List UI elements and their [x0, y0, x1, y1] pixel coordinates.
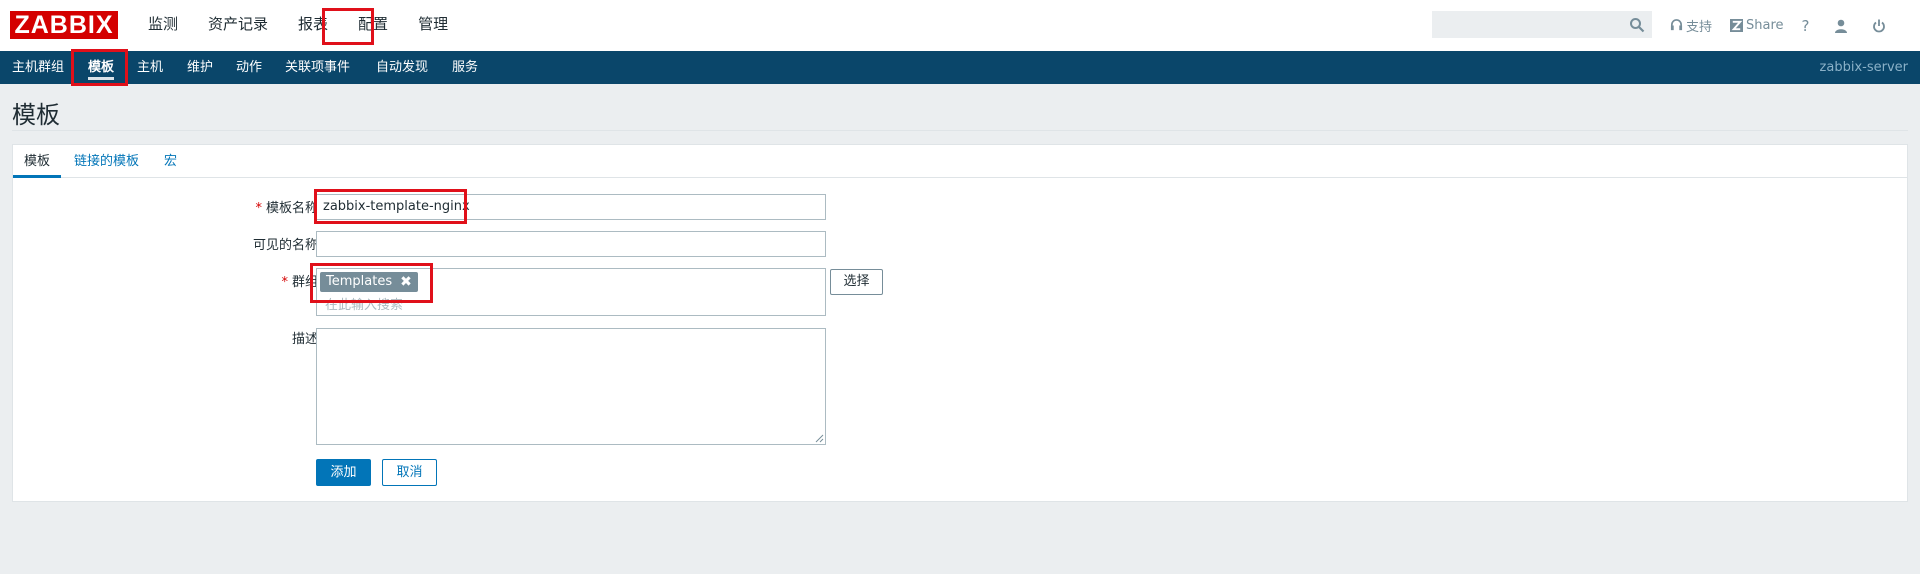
- highlight-box-group: [310, 263, 433, 303]
- subnav-discovery[interactable]: 自动发现: [376, 51, 428, 84]
- page-title: 模板: [12, 101, 60, 129]
- required-marker: *: [255, 201, 262, 216]
- description-label: 描述: [291, 332, 318, 347]
- share-icon: [1730, 19, 1744, 32]
- groups-label: * 群组: [78, 271, 318, 290]
- share-label: Share: [1746, 18, 1784, 33]
- server-name: zabbix-server: [1819, 60, 1908, 75]
- share-link[interactable]: Share: [1730, 18, 1784, 33]
- power-icon: [1872, 19, 1885, 32]
- user-icon: [1834, 19, 1847, 33]
- zabbix-logo[interactable]: ZABBIX: [10, 11, 118, 39]
- highlight-box-menu: [322, 8, 374, 45]
- header-tools: 支持 Share ?: [1670, 0, 1910, 51]
- visible-name-label: 可见的名称: [252, 238, 318, 253]
- tab-linked-templates[interactable]: 链接的模板: [74, 145, 139, 178]
- global-search-input[interactable]: [1432, 11, 1652, 38]
- subnav-event-correlation[interactable]: 关联项事件: [285, 51, 350, 84]
- subnav-hosts[interactable]: 主机: [137, 51, 163, 84]
- menu-administration[interactable]: 管理: [410, 0, 456, 51]
- subnav-actions[interactable]: 动作: [236, 51, 262, 84]
- subnav-maintenance[interactable]: 维护: [187, 51, 213, 84]
- add-button[interactable]: 添加: [316, 459, 371, 486]
- required-marker: *: [281, 275, 288, 290]
- subnav-host-groups[interactable]: 主机群组: [12, 51, 64, 84]
- form-tabs: 模板 链接的模板 宏: [13, 145, 1907, 178]
- headset-icon: [1670, 19, 1683, 31]
- search-icon[interactable]: [1629, 17, 1645, 33]
- user-profile-button[interactable]: [1834, 19, 1848, 33]
- tab-template[interactable]: 模板: [13, 145, 62, 178]
- template-name-label: * 模板名称: [78, 197, 318, 216]
- sub-navigation: 主机群组 模板 主机 维护 动作 关联项事件 自动发现 服务 zabbix-se…: [0, 51, 1920, 84]
- support-link[interactable]: 支持: [1670, 16, 1712, 35]
- resize-handle-icon[interactable]: [814, 433, 824, 443]
- menu-monitoring[interactable]: 监测: [140, 0, 186, 51]
- support-label: 支持: [1686, 20, 1713, 35]
- tab-macros[interactable]: 宏: [164, 145, 177, 178]
- menu-inventory[interactable]: 资产记录: [200, 0, 276, 51]
- title-divider: [12, 130, 1908, 131]
- template-name-label-text: 模板名称: [265, 201, 318, 216]
- highlight-box-template-name: [314, 189, 467, 224]
- cancel-button[interactable]: 取消: [382, 459, 437, 486]
- highlight-box-subnav: [71, 49, 128, 86]
- top-header: ZABBIX 监测 资产记录 报表 配置 管理 支持 Share ?: [0, 0, 1920, 51]
- form-panel: 模板 链接的模板 宏 * 模板名称 zabbix-template-nginx 可…: [12, 144, 1908, 502]
- sign-out-button[interactable]: [1872, 19, 1886, 33]
- description-textarea[interactable]: [316, 328, 826, 445]
- visible-name-input[interactable]: [316, 231, 826, 257]
- subnav-services[interactable]: 服务: [452, 51, 478, 84]
- help-icon[interactable]: ?: [1802, 17, 1810, 35]
- select-groups-button[interactable]: 选择: [830, 269, 883, 295]
- main-menu: 监测 资产记录 报表 配置 管理: [140, 0, 470, 51]
